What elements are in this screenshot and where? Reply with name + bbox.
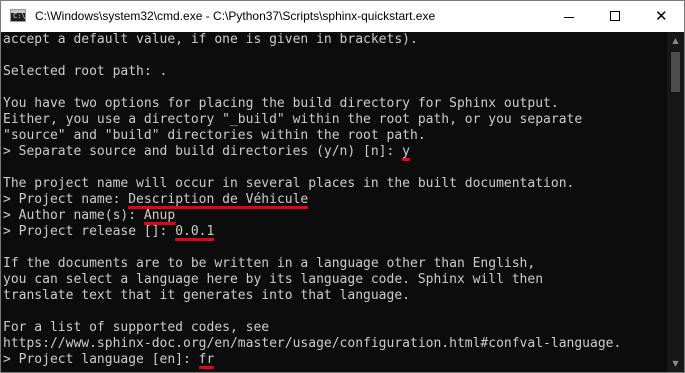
user-input-value: Description de Véhicule <box>128 192 309 209</box>
title-bar[interactable]: C:\ C:\Windows\system32\cmd.exe - C:\Pyt… <box>1 1 684 32</box>
cmd-window: C:\ C:\Windows\system32\cmd.exe - C:\Pyt… <box>0 0 685 373</box>
user-input-value: Anup <box>143 208 176 225</box>
window-title: C:\Windows\system32\cmd.exe - C:\Python3… <box>35 9 436 23</box>
console-line: translate text that it generates into th… <box>3 288 410 303</box>
vertical-scrollbar[interactable]: ▲ ▼ <box>667 32 684 372</box>
console-prompt-line: > Author name(s): Anup <box>3 208 667 225</box>
console-line: For a list of supported codes, see <box>3 320 270 335</box>
maximize-button[interactable] <box>592 1 638 32</box>
console-output[interactable]: accept a default value, if one is given … <box>1 32 667 372</box>
user-input-value: y <box>402 144 410 161</box>
prompt-text: > Project language [en]: <box>3 352 199 367</box>
prompt-text: > Author name(s): <box>3 208 144 223</box>
console-line: https://www.sphinx-doc.org/en/master/usa… <box>3 336 622 351</box>
console-prompt-line: > Project name: Description de Véhicule <box>3 192 667 209</box>
scroll-up-arrow-icon[interactable]: ▲ <box>667 32 684 49</box>
prompt-text: > Separate source and build directories … <box>3 144 403 159</box>
user-input-value: 0.0.1 <box>175 224 215 241</box>
console-line: "source" and "build" directories within … <box>3 128 426 143</box>
scrollbar-thumb[interactable] <box>671 52 680 92</box>
minimize-button[interactable] <box>546 1 592 32</box>
console-prompt-line: > Project release []: 0.0.1 <box>3 224 667 241</box>
console-line: Selected root path: . <box>3 64 168 79</box>
console-prompt-line: > Separate source and build directories … <box>3 144 667 161</box>
close-button[interactable]: ✕ <box>638 1 684 32</box>
console-line: You have two options for placing the bui… <box>3 96 559 111</box>
prompt-text: > Project release []: <box>3 224 176 239</box>
console-line: If the documents are to be written in a … <box>3 256 536 271</box>
console-line: you can select a language here by its la… <box>3 272 544 287</box>
scroll-down-arrow-icon[interactable]: ▼ <box>667 355 684 372</box>
close-icon: ✕ <box>655 7 668 25</box>
console-prompt-line: > Project language [en]: fr <box>3 352 667 369</box>
minimize-icon <box>564 17 574 18</box>
user-input-value: fr <box>198 352 215 369</box>
console-line: accept a default value, if one is given … <box>3 32 418 47</box>
console-line: The project name will occur in several p… <box>3 176 575 191</box>
console-line: Either, you use a directory "_build" wit… <box>3 112 583 127</box>
maximize-icon <box>610 11 620 21</box>
cmd-app-icon[interactable]: C:\ <box>10 9 26 22</box>
prompt-text: > Project name: <box>3 192 129 207</box>
